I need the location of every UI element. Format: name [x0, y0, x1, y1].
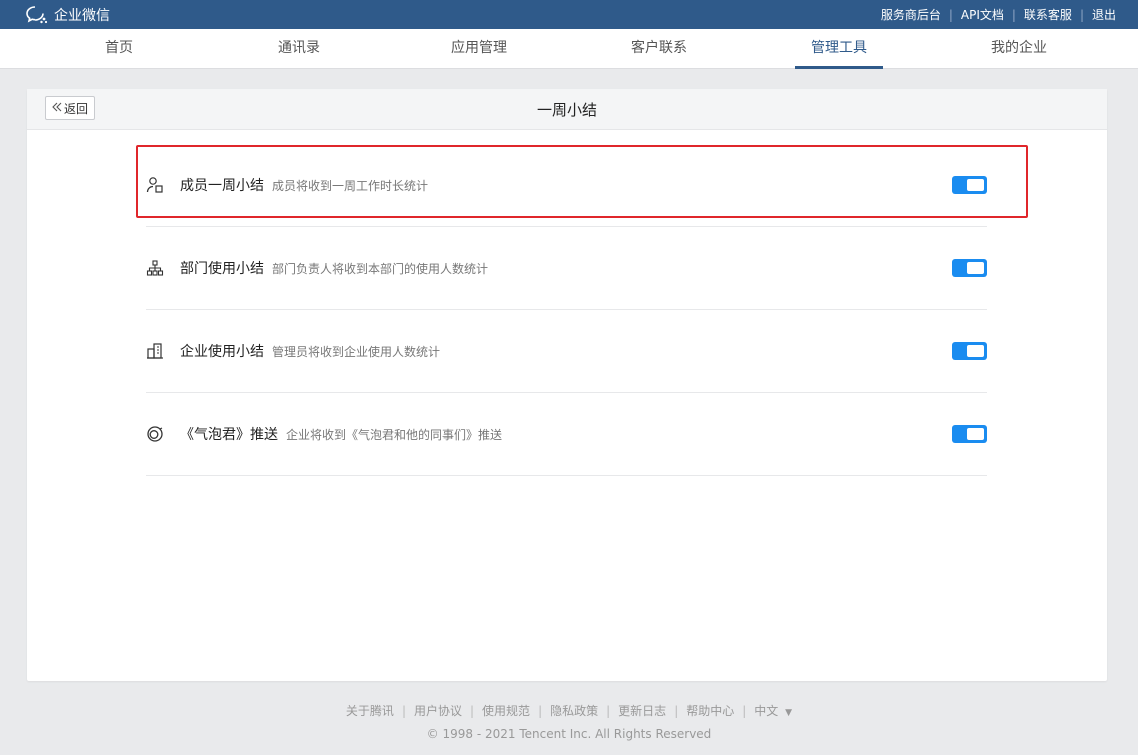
member-icon — [146, 176, 168, 194]
double-chevron-left-icon — [52, 101, 62, 115]
toggle-knob — [967, 428, 984, 440]
summary-name: 部门使用小结 — [180, 261, 264, 277]
summary-toggle[interactable] — [952, 176, 987, 194]
building-icon — [146, 342, 168, 360]
summary-desc: 部门负责人将收到本部门的使用人数统计 — [272, 261, 489, 276]
separator: | — [1079, 7, 1084, 22]
language-selector[interactable]: 中文 ▼ — [754, 702, 792, 719]
nav-contacts[interactable]: 通讯录 — [209, 29, 389, 68]
back-button[interactable]: 返回 — [45, 96, 96, 120]
separator: | — [606, 703, 611, 718]
footer-link-about[interactable]: 关于腾讯 — [346, 702, 394, 719]
footer-link-terms[interactable]: 用户协议 — [414, 702, 462, 719]
nav-management-tools[interactable]: 管理工具 — [749, 29, 929, 69]
summary-name: 《气泡君》推送 — [180, 427, 278, 443]
org-chart-icon — [146, 259, 168, 277]
language-label: 中文 — [754, 704, 779, 718]
separator: | — [742, 703, 747, 718]
summary-row: 《气泡君》推送 企业将收到《气泡君和他的同事们》推送 — [146, 393, 987, 476]
footer-links: 关于腾讯 | 用户协议 | 使用规范 | 隐私政策 | 更新日志 | 帮助中心 … — [0, 702, 1138, 719]
nav-app-management[interactable]: 应用管理 — [389, 29, 569, 68]
summary-desc: 企业将收到《气泡君和他的同事们》推送 — [286, 427, 503, 442]
separator: | — [1011, 7, 1016, 22]
summary-toggle[interactable] — [952, 259, 987, 277]
top-bar: 企业微信 服务商后台 | API文档 | 联系客服 | 退出 — [0, 0, 1138, 29]
toggle-knob — [967, 262, 984, 274]
summary-row: 成员一周小结 成员将收到一周工作时长统计 — [146, 144, 987, 227]
back-label: 返回 — [64, 101, 89, 116]
logout-link[interactable]: 退出 — [1092, 6, 1116, 23]
main-nav: 首页 通讯录 应用管理 客户联系 管理工具 我的企业 — [0, 29, 1138, 69]
wecom-logo-icon — [26, 5, 48, 24]
caret-down-icon: ▼ — [785, 708, 793, 718]
nav-customer-contact[interactable]: 客户联系 — [569, 29, 749, 68]
footer-link-rules[interactable]: 使用规范 — [482, 702, 530, 719]
weekly-summary-panel: 返回 一周小结 成员一周小结 成员将收到一周工作时长统计 部门使用小结 部门负责人将收… — [27, 89, 1107, 681]
summary-row: 部门使用小结 部门负责人将收到本部门的使用人数统计 — [146, 227, 987, 310]
summary-name: 成员一周小结 — [180, 178, 264, 194]
bubble-icon — [146, 425, 168, 443]
separator: | — [401, 703, 406, 718]
top-links: 服务商后台 | API文档 | 联系客服 | 退出 — [881, 6, 1116, 23]
summary-toggle[interactable] — [952, 342, 987, 360]
footer-link-privacy[interactable]: 隐私政策 — [550, 702, 598, 719]
footer-link-help[interactable]: 帮助中心 — [686, 702, 734, 719]
logo[interactable]: 企业微信 — [26, 5, 110, 25]
summary-row: 企业使用小结 管理员将收到企业使用人数统计 — [146, 310, 987, 393]
contact-support-link[interactable]: 联系客服 — [1024, 6, 1072, 23]
summary-name: 企业使用小结 — [180, 344, 264, 360]
separator: | — [948, 7, 953, 22]
summary-desc: 管理员将收到企业使用人数统计 — [272, 344, 441, 359]
separator: | — [538, 703, 543, 718]
copyright: © 1998 - 2021 Tencent Inc. All Rights Re… — [426, 727, 712, 741]
nav-my-enterprise[interactable]: 我的企业 — [929, 29, 1109, 68]
nav-home[interactable]: 首页 — [29, 29, 209, 68]
toggle-knob — [967, 179, 984, 191]
separator: | — [470, 703, 475, 718]
separator: | — [674, 703, 679, 718]
toggle-knob — [967, 345, 984, 357]
page-title: 一周小结 — [536, 100, 597, 119]
logo-text: 企业微信 — [54, 7, 110, 24]
panel-header: 返回 一周小结 — [27, 89, 1107, 130]
summary-toggle[interactable] — [952, 425, 987, 443]
footer-link-changelog[interactable]: 更新日志 — [618, 702, 666, 719]
service-provider-link[interactable]: 服务商后台 — [881, 6, 941, 23]
summary-list: 成员一周小结 成员将收到一周工作时长统计 部门使用小结 部门负责人将收到本部门的使用人… — [146, 144, 987, 476]
summary-desc: 成员将收到一周工作时长统计 — [272, 178, 429, 193]
api-docs-link[interactable]: API文档 — [961, 6, 1004, 23]
footer: 关于腾讯 | 用户协议 | 使用规范 | 隐私政策 | 更新日志 | 帮助中心 … — [0, 702, 1138, 742]
